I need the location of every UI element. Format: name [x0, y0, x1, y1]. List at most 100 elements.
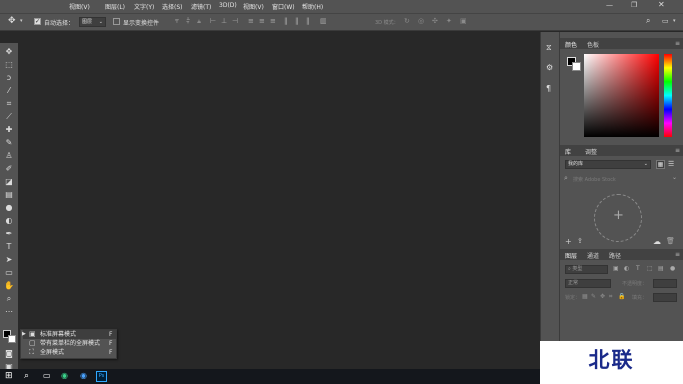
flyout-item-standard[interactable]: ▶ ▣ 标准屏幕模式 F	[22, 330, 116, 339]
color-field[interactable]	[584, 54, 659, 137]
gradient-icon[interactable]: ▤	[3, 189, 15, 200]
filter-pixel-icon[interactable]: ▣	[613, 265, 619, 272]
move-tool-icon[interactable]: ✥	[8, 16, 16, 26]
filter-shape-icon[interactable]: ⬚	[647, 265, 653, 272]
upload-icon[interactable]: ⇪	[577, 237, 583, 245]
menu-item-window[interactable]: 窗口(W)	[272, 2, 295, 11]
restore-icon[interactable]: ❐	[631, 1, 637, 9]
distribute-left-icon[interactable]: ‖	[284, 17, 288, 25]
library-select[interactable]: 我的库 ⌄	[565, 160, 651, 169]
menu-item-view[interactable]: 视图(V)	[69, 2, 90, 11]
hue-slider[interactable]	[664, 54, 672, 137]
lock-position-icon[interactable]: ✥	[600, 293, 605, 300]
background-color-swatch[interactable]	[8, 335, 16, 343]
photoshop-taskbar-icon[interactable]: Ps	[96, 371, 107, 382]
quick-select-icon[interactable]: ⁄	[3, 85, 15, 96]
blur-icon[interactable]: ●	[3, 202, 15, 213]
filter-adjust-icon[interactable]: ◐	[624, 265, 629, 272]
auto-select-checkbox[interactable]: ✓	[34, 18, 41, 25]
lasso-icon[interactable]: ↄ	[3, 72, 15, 83]
distribute-right-icon[interactable]: ‖	[306, 17, 310, 25]
blend-mode-select[interactable]: 正常	[565, 279, 611, 288]
auto-align-icon[interactable]: ▥	[320, 17, 327, 25]
healing-brush-icon[interactable]: ✚	[3, 124, 15, 135]
history-icon[interactable]: ⧖	[546, 43, 552, 53]
distribute-hcenter-icon[interactable]: ‖	[295, 17, 299, 25]
distribute-bottom-icon[interactable]: ≡	[270, 17, 276, 25]
history-brush-icon[interactable]: ✐	[3, 163, 15, 174]
3d-pan-icon[interactable]: ✣	[432, 17, 438, 25]
rectangle-icon[interactable]: ▭	[3, 267, 15, 278]
crop-icon[interactable]: ⌗	[3, 98, 15, 109]
menu-item-layer[interactable]: 图层(L)	[105, 2, 125, 11]
brush-icon[interactable]: ✎	[3, 137, 15, 148]
zoom-icon[interactable]: ⌕	[3, 293, 15, 304]
grid-view-icon[interactable]: ▦	[656, 160, 665, 169]
workspace-chevron-icon[interactable]: ▾	[673, 18, 676, 24]
3d-scale-icon[interactable]: ▣	[460, 17, 467, 25]
align-bottom-icon[interactable]: ⫨	[197, 17, 201, 26]
menu-item-type[interactable]: 文字(Y)	[134, 2, 154, 11]
panel-menu-icon[interactable]: ≡	[675, 251, 680, 258]
tab-adjustments[interactable]: 调整	[585, 147, 597, 156]
clone-stamp-icon[interactable]: ♙	[3, 150, 15, 161]
add-icon[interactable]: +	[613, 208, 624, 223]
dodge-icon[interactable]: ◐	[3, 215, 15, 226]
stock-search-chevron-icon[interactable]: ⌄	[672, 174, 677, 181]
paragraph-icon[interactable]: ¶	[546, 84, 551, 93]
hand-icon[interactable]: ✋	[3, 280, 15, 291]
lock-all-icon[interactable]: 🔒	[618, 293, 625, 300]
minimize-icon[interactable]: —	[606, 1, 613, 9]
filter-smart-icon[interactable]: ▤	[658, 265, 664, 272]
file-explorer-icon[interactable]: ◉	[80, 371, 87, 380]
align-hcenter-icon[interactable]: ⊥	[221, 17, 227, 25]
cloud-icon[interactable]: ☁	[653, 237, 661, 246]
3d-rotate-icon[interactable]: ↻	[404, 17, 410, 25]
flyout-item-menubar-full[interactable]: ▢ 带有菜单栏的全屏模式 F	[23, 339, 116, 348]
search-icon[interactable]: ⌕	[646, 16, 650, 26]
layer-kind-filter[interactable]: ⌕ 类型	[565, 265, 608, 274]
bg-color-chip[interactable]	[572, 62, 581, 71]
windows-start-icon[interactable]: ⊞	[5, 371, 13, 381]
search-icon[interactable]: ⌕	[24, 371, 29, 381]
lock-paint-icon[interactable]: ✎	[591, 293, 596, 300]
more-tools-icon[interactable]: ⋯	[3, 306, 15, 317]
tab-channels[interactable]: 通道	[587, 251, 599, 260]
align-left-icon[interactable]: ⊢	[210, 17, 216, 25]
add-element-icon[interactable]: +	[565, 237, 572, 246]
fill-field[interactable]	[653, 293, 677, 302]
align-top-icon[interactable]: ⫧	[175, 17, 179, 26]
menu-item-view-2[interactable]: 视图(V)	[243, 2, 264, 11]
document-canvas[interactable]	[18, 32, 540, 369]
menu-item-3d[interactable]: 3D(D)	[219, 2, 237, 9]
lock-pixels-icon[interactable]: ▦	[582, 293, 588, 300]
pen-icon[interactable]: ✒	[3, 228, 15, 239]
tab-color[interactable]: 颜色	[565, 40, 577, 49]
stock-search-input[interactable]: 搜索 Adobe Stock	[573, 176, 616, 183]
tab-swatches[interactable]: 色板	[587, 40, 599, 49]
flyout-item-full[interactable]: ⛶ 全屏模式 F	[23, 348, 116, 357]
type-icon[interactable]: T	[3, 241, 15, 252]
quick-mask-icon[interactable]: ◙	[3, 348, 15, 359]
properties-icon[interactable]: ⚙	[546, 63, 553, 72]
task-view-icon[interactable]: ▭	[43, 371, 51, 380]
eyedropper-icon[interactable]: ⟋	[3, 111, 15, 122]
path-select-icon[interactable]: ➤	[3, 254, 15, 265]
distribute-vcenter-icon[interactable]: ≡	[259, 17, 265, 25]
panel-menu-icon[interactable]: ≡	[675, 147, 680, 154]
tool-preset-chevron-icon[interactable]: ▾	[20, 18, 23, 24]
3d-roll-icon[interactable]: ◎	[418, 17, 424, 25]
tab-paths[interactable]: 路径	[609, 251, 621, 260]
menu-item-select[interactable]: 选择(S)	[162, 2, 183, 11]
marquee-icon[interactable]: ⬚	[3, 59, 15, 70]
list-view-icon[interactable]: ☰	[668, 160, 674, 168]
edge-browser-icon[interactable]: ◉	[61, 371, 68, 380]
move-icon[interactable]: ✥	[3, 46, 15, 57]
align-vcenter-icon[interactable]: ⫩	[186, 17, 190, 26]
filter-type-icon[interactable]: T	[636, 265, 640, 272]
3d-slide-icon[interactable]: ✦	[446, 17, 452, 25]
align-right-icon[interactable]: ⊣	[232, 17, 238, 25]
menu-item-filter[interactable]: 滤镜(T)	[191, 2, 211, 11]
filter-toggle-icon[interactable]: ●	[670, 265, 675, 272]
close-icon[interactable]: ✕	[658, 0, 665, 9]
